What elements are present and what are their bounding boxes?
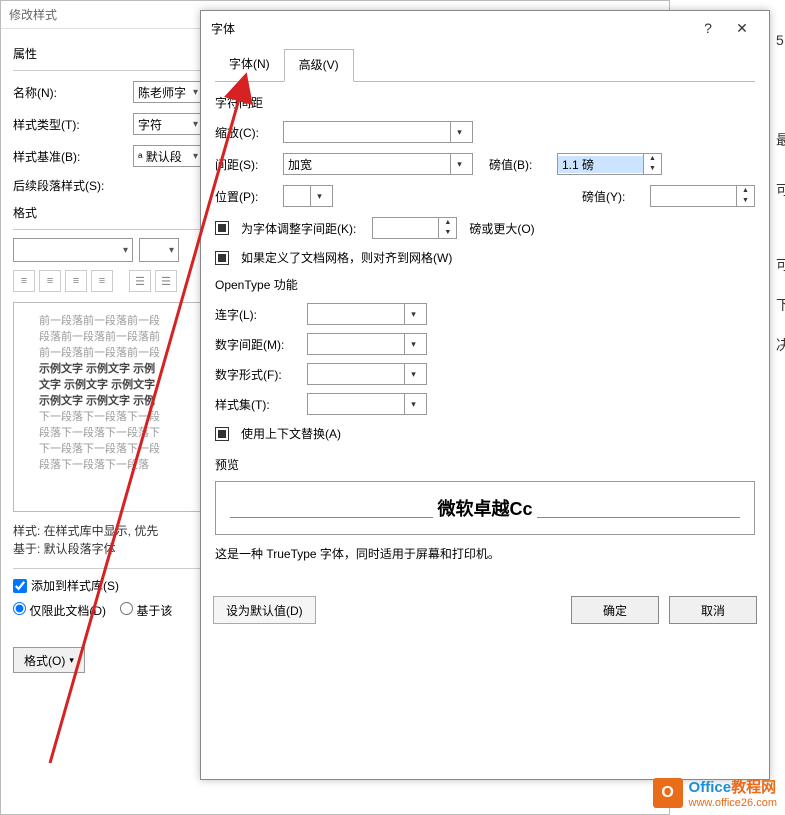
number-spacing-label: 数字间距(M): <box>215 336 307 353</box>
line-spacing-icon[interactable]: ☰ <box>129 270 151 292</box>
spin-up-icon: ▲ <box>644 154 661 164</box>
bg-char: 可 <box>776 255 785 275</box>
bg-char: 可 <box>776 180 785 200</box>
stylistic-sets-label: 样式集(T): <box>215 396 307 413</box>
front-titlebar: 字体 ? ✕ <box>201 11 769 45</box>
bg-char: 5 <box>776 32 784 48</box>
tab-font[interactable]: 字体(N) <box>215 49 284 81</box>
snap-grid-label: 如果定义了文档网格，则对齐到网格(W) <box>241 249 452 266</box>
position-points-spinner[interactable]: ▲▼ <box>650 185 755 207</box>
scale-combo[interactable]: ▾ <box>283 121 473 143</box>
back-title: 修改样式 <box>9 6 57 23</box>
ligatures-label: 连字(L): <box>215 306 307 323</box>
stylistic-sets-combo[interactable]: ▾ <box>307 393 427 415</box>
align-right-icon[interactable]: ≡ <box>65 270 87 292</box>
context-alt-checkbox[interactable] <box>215 427 229 441</box>
scale-label: 缩放(C): <box>215 124 277 141</box>
logo-icon: O <box>653 778 683 808</box>
tab-advanced[interactable]: 高级(V) <box>284 49 354 82</box>
number-form-label: 数字形式(F): <box>215 366 307 383</box>
spacing-label: 间距(S): <box>215 156 277 173</box>
char-spacing-group: 字符间距 <box>215 94 755 111</box>
spacing-points-label: 磅值(B): <box>489 156 551 173</box>
truetype-desc: 这是一种 TrueType 字体，同时适用于屏幕和打印机。 <box>215 545 755 562</box>
bg-char: 决 <box>776 335 785 355</box>
ligatures-combo[interactable]: ▾ <box>307 303 427 325</box>
align-left-icon[interactable]: ≡ <box>13 270 35 292</box>
bg-char: 下 <box>776 295 785 315</box>
position-combo[interactable]: ▾ <box>283 185 333 207</box>
add-to-gallery-checkbox[interactable] <box>13 579 27 593</box>
kerning-label: 为字体调整字间距(K): <box>241 220 356 237</box>
preview-label: 预览 <box>215 456 755 473</box>
kerning-spinner[interactable]: ▲▼ <box>372 217 457 239</box>
format-menu-button[interactable]: 格式(O)▾ <box>13 647 85 673</box>
brand-text-2: 教程网 <box>731 779 776 796</box>
tab-strip: 字体(N) 高级(V) <box>215 49 755 82</box>
font-preview-box: 微软卓越Cc <box>215 481 755 535</box>
position-points-label: 磅值(Y): <box>582 188 644 205</box>
following-label: 后续段落样式(S): <box>13 177 133 194</box>
font-size-combo[interactable]: ▾ <box>139 238 179 262</box>
font-dialog-title: 字体 <box>211 20 691 37</box>
type-label: 样式类型(T): <box>13 116 133 133</box>
dialog-footer: 设为默认值(D) 确定 取消 <box>201 584 769 636</box>
font-family-combo[interactable]: ▾ <box>13 238 133 262</box>
help-icon[interactable]: ? <box>691 14 725 42</box>
bg-char: 最 <box>776 130 785 150</box>
base-label: 样式基准(B): <box>13 148 133 165</box>
only-this-doc-radio[interactable]: 仅限此文档(D) <box>13 602 106 619</box>
spin-down-icon: ▼ <box>644 164 661 174</box>
set-default-button[interactable]: 设为默认值(D) <box>213 596 316 624</box>
snap-grid-checkbox[interactable] <box>215 251 229 265</box>
ok-button[interactable]: 确定 <box>571 596 659 624</box>
indent-icon[interactable]: ☰ <box>155 270 177 292</box>
close-icon[interactable]: ✕ <box>725 14 759 42</box>
watermark: O Office教程网 www.office26.com <box>653 776 777 809</box>
name-label: 名称(N): <box>13 84 133 101</box>
brand-text-1: Office <box>689 779 732 796</box>
name-field[interactable]: 陈老师字 <box>133 81 203 103</box>
number-spacing-combo[interactable]: ▾ <box>307 333 427 355</box>
context-alt-label: 使用上下文替换(A) <box>241 425 341 442</box>
kerning-after-label: 磅或更大(O) <box>469 220 534 237</box>
position-label: 位置(P): <box>215 188 277 205</box>
opentype-group: OpenType 功能 <box>215 276 755 293</box>
preview-text: 微软卓越Cc <box>433 495 536 521</box>
based-on-template-radio[interactable]: 基于该 <box>120 602 172 619</box>
spacing-combo[interactable]: 加宽▾ <box>283 153 473 175</box>
cancel-button[interactable]: 取消 <box>669 596 757 624</box>
add-to-gallery-label: 添加到样式库(S) <box>31 577 119 594</box>
base-field[interactable]: ᵃ 默认段 <box>133 145 203 167</box>
spacing-points-spinner[interactable]: 1.1 磅 ▲▼ <box>557 153 662 175</box>
number-form-combo[interactable]: ▾ <box>307 363 427 385</box>
type-field[interactable]: 字符 <box>133 113 203 135</box>
kerning-checkbox[interactable] <box>215 221 229 235</box>
brand-url: www.office26.com <box>689 797 777 809</box>
align-justify-icon[interactable]: ≡ <box>91 270 113 292</box>
font-dialog: 字体 ? ✕ 字体(N) 高级(V) 字符间距 缩放(C): ▾ 间距(S): … <box>200 10 770 780</box>
align-center-icon[interactable]: ≡ <box>39 270 61 292</box>
